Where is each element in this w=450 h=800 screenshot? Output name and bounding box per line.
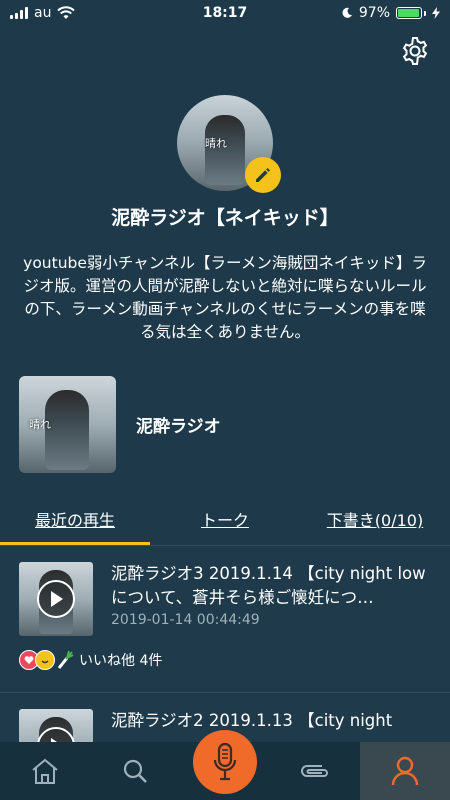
tab-bar: 最近の再生 トーク 下書き(0/10) — [0, 505, 450, 545]
record-button[interactable] — [193, 730, 257, 794]
settings-button[interactable] — [398, 34, 432, 68]
channel-thumbnail: 晴れ — [19, 376, 116, 473]
play-thumbnail[interactable] — [19, 562, 93, 636]
play-date: 2019-01-14 00:44:49 — [111, 612, 260, 628]
battery-icon — [396, 7, 426, 19]
edit-avatar-button[interactable] — [245, 157, 281, 193]
carrier-label: au — [34, 5, 52, 21]
play-title: 泥酔ラジオ2 2019.1.13 【city night — [111, 711, 393, 730]
search-icon — [123, 759, 147, 783]
pencil-icon — [256, 168, 270, 182]
tab-drafts[interactable]: 下書き(0/10) — [300, 505, 450, 545]
paperclip-icon — [301, 765, 328, 777]
channel-name: 泥酔ラジオ — [136, 417, 221, 437]
status-left: au — [10, 5, 76, 21]
channel-photo — [45, 390, 89, 470]
leek-icon — [55, 650, 75, 670]
play-title: 泥酔ラジオ3 2019.1.14 【city night lowについて、蒼井そ… — [111, 564, 426, 607]
home-icon — [32, 758, 58, 784]
tab-recent-plays[interactable]: 最近の再生 — [0, 505, 150, 545]
status-bar: au 18:17 97% — [0, 0, 450, 26]
gear-icon — [402, 37, 428, 65]
channel-card[interactable]: 晴れ 泥酔ラジオ — [19, 376, 221, 473]
likes-row[interactable]: いいね他 4件 — [19, 650, 431, 670]
moon-icon — [342, 7, 352, 18]
nav-home[interactable] — [0, 742, 90, 800]
mic-icon — [213, 742, 237, 781]
profile-icon — [391, 756, 419, 786]
charging-icon — [432, 7, 440, 19]
list-item[interactable]: 泥酔ラジオ3 2019.1.14 【city night lowについて、蒼井そ… — [0, 546, 450, 693]
nav-attachments[interactable] — [270, 742, 360, 800]
play-button[interactable] — [37, 580, 75, 618]
avatar-wrapper: 晴れ — [177, 95, 281, 193]
profile-section: 晴れ 泥酔ラジオ【ネイキッド】 youtube弱小チャンネル【ラーメン海賊団ネイ… — [0, 95, 450, 344]
tab-talk[interactable]: トーク — [150, 505, 300, 545]
nav-profile[interactable] — [360, 742, 450, 800]
avatar-overlay-text: 晴れ — [205, 137, 227, 150]
profile-name: 泥酔ラジオ【ネイキッド】 — [111, 207, 339, 229]
like-icons — [19, 650, 74, 670]
play-list: 泥酔ラジオ3 2019.1.14 【city night lowについて、蒼井そ… — [0, 546, 450, 742]
play-icon — [51, 591, 63, 607]
play-thumbnail[interactable] — [19, 709, 93, 742]
status-right: 97% — [341, 5, 440, 21]
smile-icon — [35, 650, 55, 670]
battery-percent: 97% — [358, 5, 390, 21]
wifi-icon — [57, 6, 76, 19]
profile-bio: youtube弱小チャンネル【ラーメン海賊団ネイキッド】ラジオ版。運営の人間が泥… — [23, 254, 427, 341]
nav-search[interactable] — [90, 742, 180, 800]
signal-icon — [10, 7, 28, 19]
likes-text: いいね他 4件 — [79, 653, 163, 669]
channel-thumb-overlay-text: 晴れ — [29, 418, 51, 431]
